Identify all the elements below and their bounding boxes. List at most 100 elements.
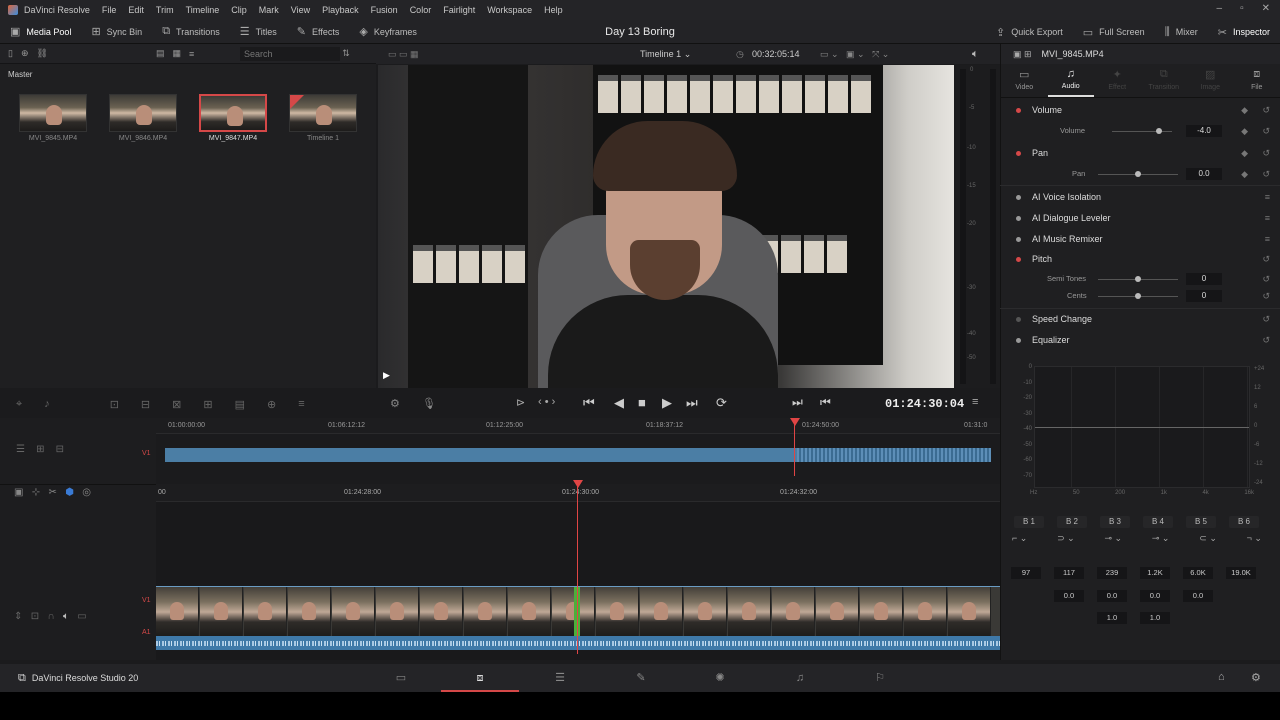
- timeline-view-icons[interactable]: ▣ ⊹ ✂ ⬢ ◎: [14, 487, 91, 498]
- reset-icon[interactable]: ↺: [1262, 254, 1270, 265]
- eq-freq-5[interactable]: 6.0K: [1183, 567, 1213, 579]
- equalizer-section[interactable]: Equalizer ↺: [1000, 335, 1280, 347]
- semitones-knob[interactable]: [1135, 276, 1141, 282]
- menu-help[interactable]: Help: [544, 5, 563, 15]
- reset-icon[interactable]: ↺: [1262, 274, 1270, 285]
- volume-knob[interactable]: [1156, 128, 1162, 134]
- pan-slider[interactable]: [1098, 171, 1178, 177]
- speaker-icon[interactable]: 🔈︎: [972, 48, 979, 61]
- eq-gain-2[interactable]: 0.0: [1054, 590, 1084, 602]
- stop-icon[interactable]: ■: [638, 395, 646, 410]
- tab-audio[interactable]: ♫ Audio: [1047, 64, 1094, 97]
- drag-handle-icon[interactable]: ≡: [1265, 234, 1270, 244]
- ai-voice-enable-icon[interactable]: [1016, 195, 1021, 200]
- keyframes-button[interactable]: ◈ Keyframes: [349, 25, 426, 38]
- transitions-button[interactable]: ⧉ Transitions: [152, 25, 230, 38]
- menu-fairlight[interactable]: Fairlight: [443, 5, 475, 15]
- pan-knob[interactable]: [1135, 171, 1141, 177]
- ripple-icon[interactable]: ⊕: [267, 398, 276, 411]
- equalizer-graph[interactable]: [1034, 366, 1250, 488]
- media-pool-button[interactable]: ▣ Media Pool: [0, 25, 81, 38]
- timeline-options-icon[interactable]: ⚙︎: [390, 397, 400, 410]
- go-to-start-icon[interactable]: ⏮︎: [583, 395, 595, 411]
- volume-section[interactable]: Volume ◆ ↺: [1000, 105, 1280, 117]
- eq-freq-6[interactable]: 19.0K: [1226, 567, 1256, 579]
- volume-value[interactable]: -4.0: [1186, 125, 1222, 137]
- v1-video-clip[interactable]: [156, 586, 1000, 636]
- keyframe-icon[interactable]: ◆: [1241, 148, 1248, 159]
- playhead-handle[interactable]: [573, 480, 583, 488]
- place-on-top-icon[interactable]: ⊞: [203, 398, 212, 411]
- cents-knob[interactable]: [1135, 293, 1141, 299]
- tab-transition[interactable]: ⧉ Transition: [1141, 64, 1188, 97]
- keyframe-icon[interactable]: ◆: [1241, 126, 1248, 137]
- snap-icon[interactable]: ⌖: [16, 398, 22, 411]
- cents-slider[interactable]: [1098, 293, 1178, 299]
- page-color-icon[interactable]: ✺: [681, 664, 759, 692]
- reset-icon[interactable]: ↺: [1262, 169, 1270, 180]
- page-cut-icon[interactable]: ⧈: [441, 664, 519, 692]
- mixer-button[interactable]: ⫼ Mixer: [1155, 26, 1208, 39]
- eq-gain-5[interactable]: 0.0: [1183, 590, 1213, 602]
- prev-frame-icon[interactable]: ‹ • ›: [538, 396, 555, 408]
- menu-edit[interactable]: Edit: [128, 5, 144, 15]
- media-clip[interactable]: MVI_9845.MP4: [19, 94, 87, 142]
- titles-button[interactable]: ☰ Titles: [230, 25, 287, 38]
- media-clip-selected[interactable]: MVI_9847.MP4: [199, 94, 267, 142]
- next-edit-icon[interactable]: ⏭︎: [792, 395, 803, 410]
- mic-icon[interactable]: 🎙︎: [422, 397, 436, 410]
- a1-audio-clip[interactable]: [156, 636, 1000, 650]
- eq-q-4[interactable]: 1.0: [1140, 612, 1170, 624]
- eq-freq-2[interactable]: 117: [1054, 567, 1084, 579]
- minimize-icon[interactable]: –: [1217, 3, 1223, 14]
- page-edit-icon[interactable]: ☰: [521, 664, 599, 692]
- high-cut-filter-icon[interactable]: ¬ ⌄: [1247, 533, 1262, 544]
- ai-voice-isolation-section[interactable]: AI Voice Isolation ≡: [1000, 192, 1280, 204]
- semitones-slider[interactable]: [1098, 276, 1178, 282]
- upper-playhead-handle[interactable]: [790, 418, 800, 426]
- media-clip[interactable]: MVI_9846.MP4: [109, 94, 177, 142]
- ai-music-enable-icon[interactable]: [1016, 237, 1021, 242]
- pitch-enable-icon[interactable]: [1016, 257, 1021, 262]
- page-fairlight-icon[interactable]: ♫: [761, 664, 839, 692]
- reset-icon[interactable]: ↺: [1262, 291, 1270, 302]
- play-icon[interactable]: ▶︎: [662, 395, 672, 411]
- volume-slider[interactable]: [1112, 128, 1172, 134]
- eq-band-2[interactable]: B 2: [1057, 516, 1087, 528]
- timeline-selector[interactable]: Timeline 1 ⌄: [640, 49, 691, 60]
- viewer-play-indicator-icon[interactable]: ▶: [383, 370, 390, 381]
- close-up-icon[interactable]: ≡: [298, 398, 304, 410]
- menu-mark[interactable]: Mark: [259, 5, 279, 15]
- page-deliver-icon[interactable]: ⚐: [841, 664, 919, 692]
- upper-track-edits[interactable]: [797, 448, 991, 462]
- menu-trim[interactable]: Trim: [156, 5, 174, 15]
- page-media-icon[interactable]: ▭: [362, 664, 440, 692]
- close-icon[interactable]: ✕: [1262, 3, 1270, 14]
- ai-dialogue-enable-icon[interactable]: [1016, 216, 1021, 221]
- effects-button[interactable]: ✎ Effects: [287, 25, 350, 38]
- menu-timeline[interactable]: Timeline: [186, 5, 220, 15]
- insert-icon[interactable]: ⊡: [110, 398, 119, 411]
- pitch-section[interactable]: Pitch ↺: [1000, 254, 1280, 266]
- search-input[interactable]: [240, 47, 340, 61]
- metadata-view-icon[interactable]: ▤: [156, 48, 165, 59]
- keyframe-icon[interactable]: ◆: [1241, 169, 1248, 180]
- equalizer-enable-icon[interactable]: [1016, 338, 1021, 343]
- bell-filter-icon[interactable]: ⊸ ⌄: [1105, 533, 1123, 544]
- eq-freq-1[interactable]: 97: [1011, 567, 1041, 579]
- menu-clip[interactable]: Clip: [231, 5, 247, 15]
- home-icon[interactable]: ⌂: [1218, 671, 1225, 683]
- go-to-end-icon[interactable]: ⏭︎: [686, 395, 698, 411]
- replace-icon[interactable]: ⊠: [172, 398, 181, 411]
- timeline-clip[interactable]: Timeline 1: [289, 94, 357, 142]
- overwrite-icon[interactable]: ⊟: [141, 398, 150, 411]
- tab-video[interactable]: ▭ Video: [1001, 64, 1048, 97]
- tab-file[interactable]: ⧈ File: [1234, 64, 1280, 97]
- eq-freq-3[interactable]: 239: [1097, 567, 1127, 579]
- quick-export-button[interactable]: ⇪ Quick Export: [986, 26, 1073, 39]
- eq-gain-4[interactable]: 0.0: [1140, 590, 1170, 602]
- prev-edit-icon[interactable]: ⏮︎: [820, 395, 831, 410]
- track-controls-icon[interactable]: ⇕ ⊡ ∩ 🔈︎ ▭: [14, 611, 87, 622]
- viewer-options-icon[interactable]: ▭ ⌄ ▣ ⌄ ⤧ ⌄: [820, 49, 889, 60]
- eq-band-6[interactable]: B 6: [1229, 516, 1259, 528]
